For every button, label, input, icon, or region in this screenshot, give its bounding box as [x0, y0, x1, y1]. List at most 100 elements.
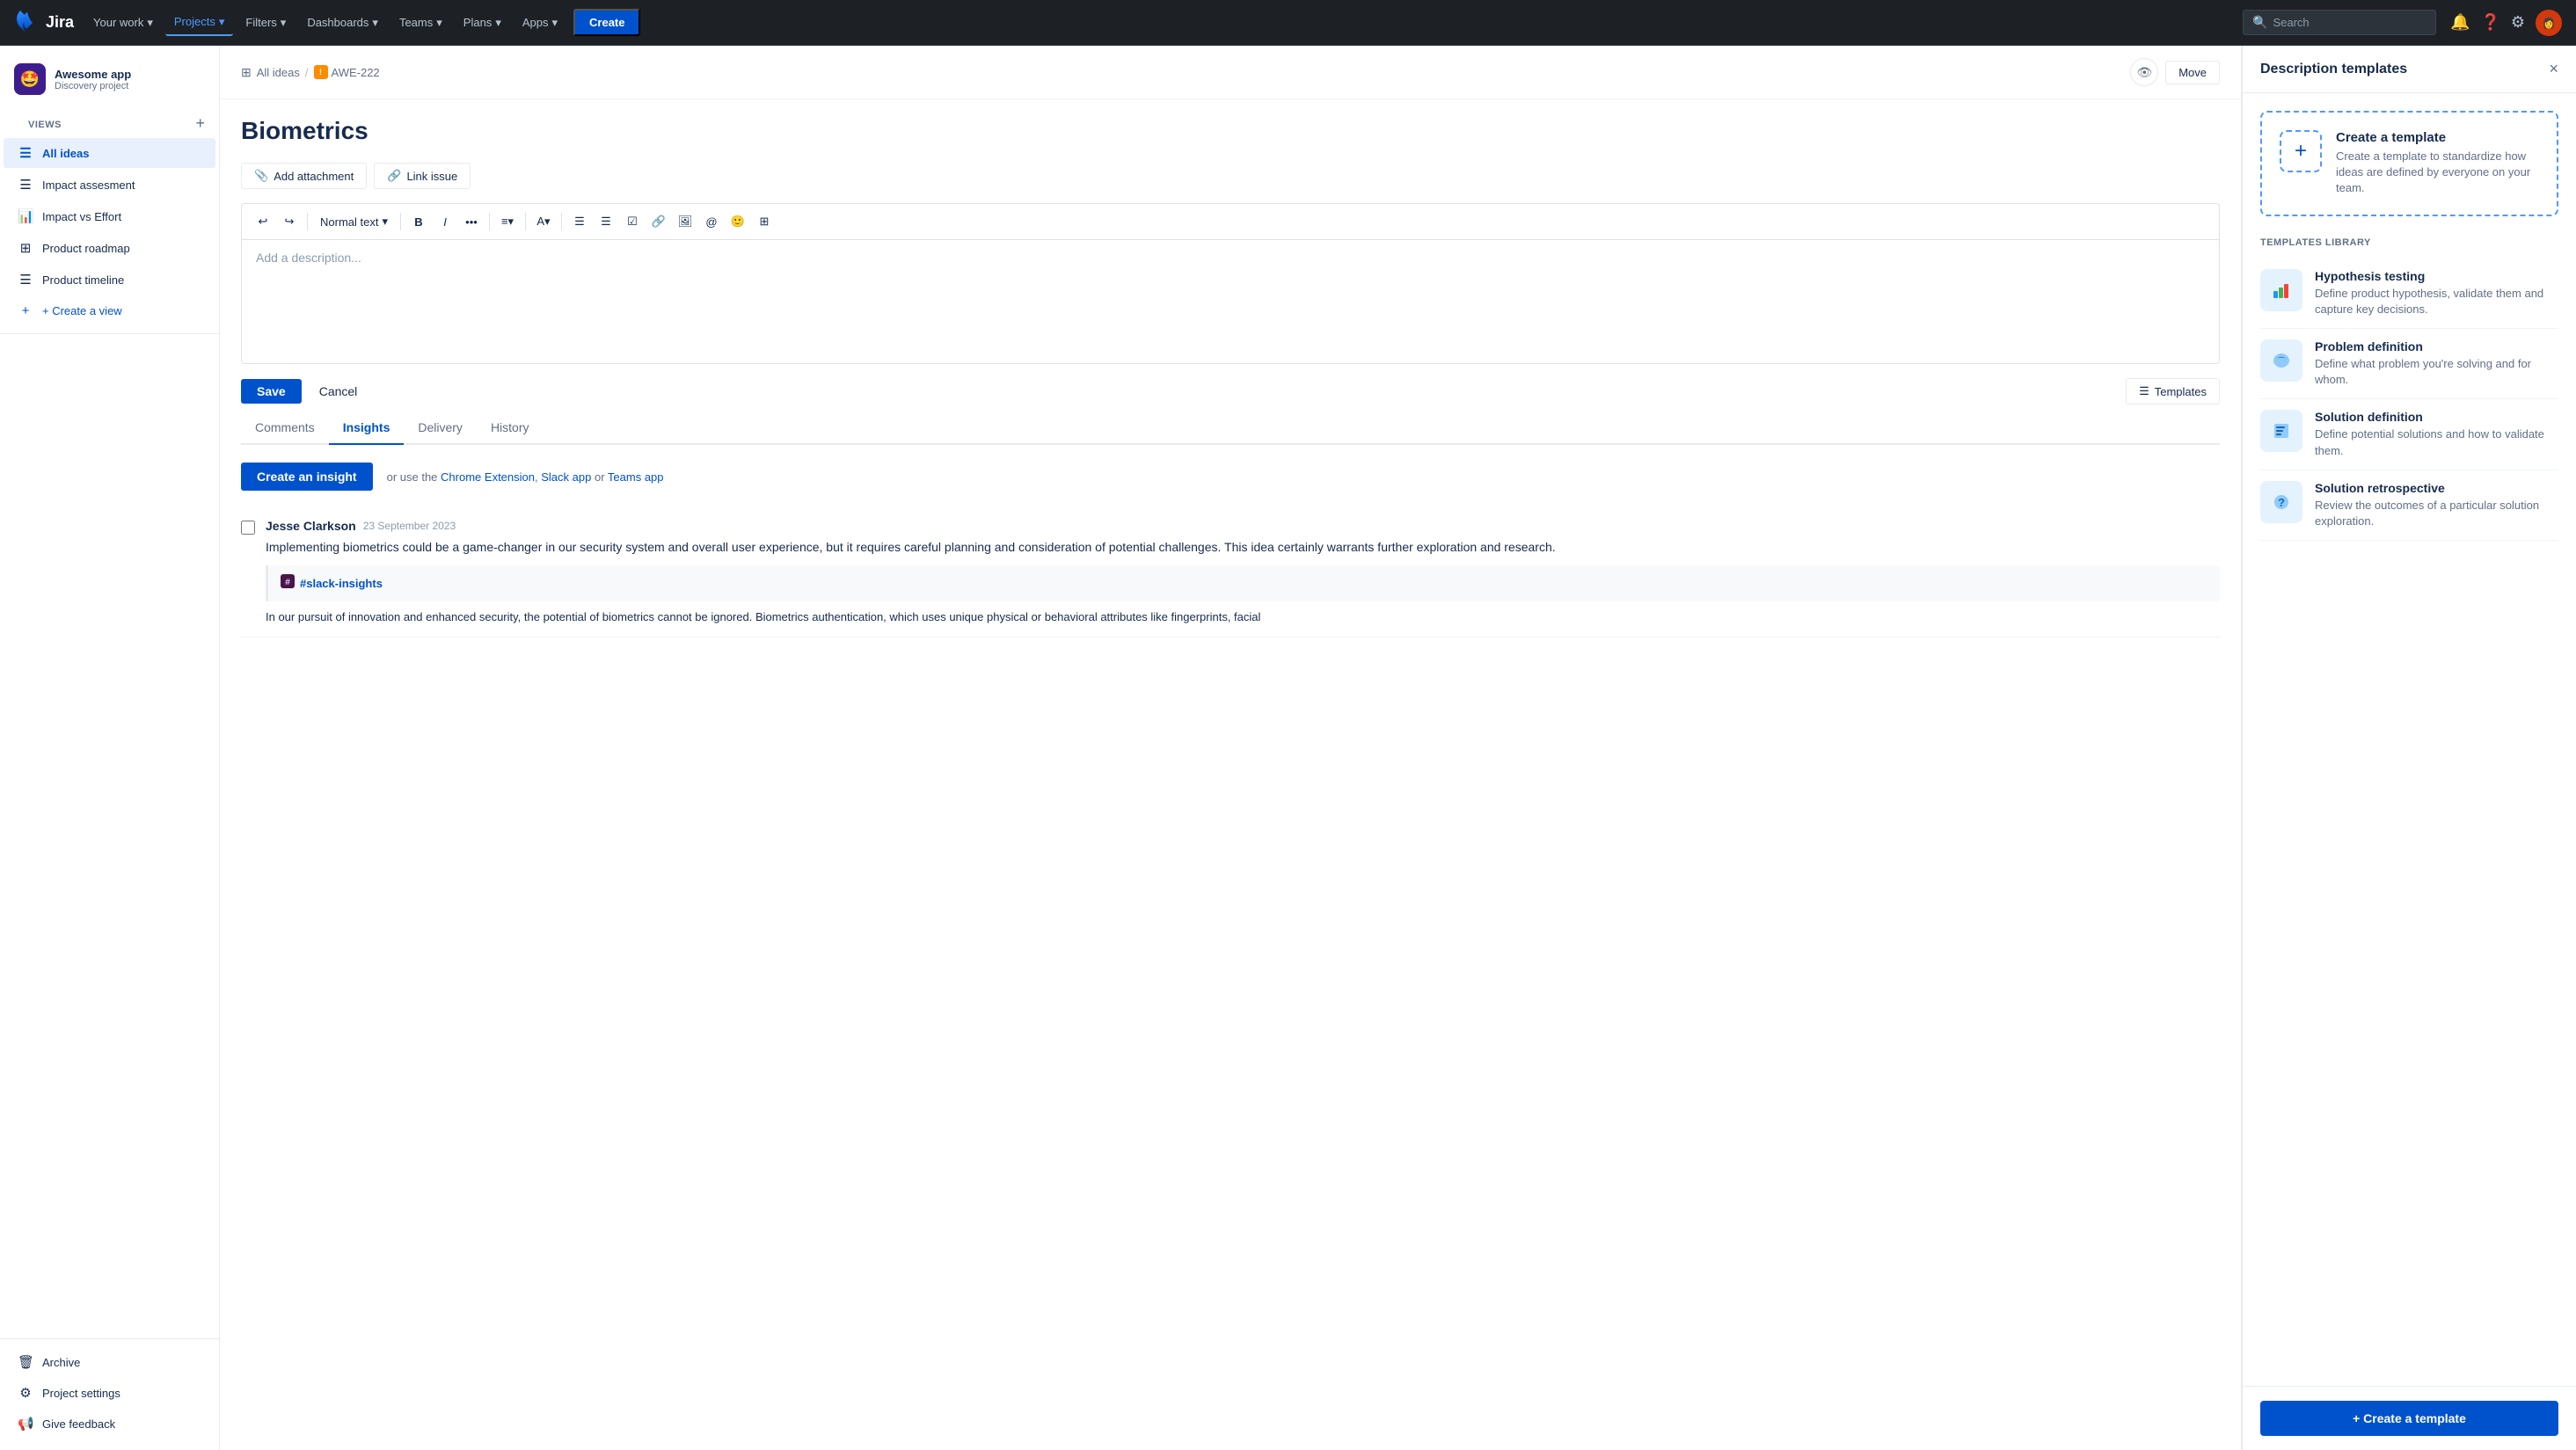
italic-button[interactable]: I [433, 209, 457, 234]
sidebar-item-archive[interactable]: 🗑 Archive [4, 1347, 215, 1377]
nav-dashboards[interactable]: Dashboards ▾ [298, 11, 387, 35]
link-issue-button[interactable]: 🔗 Link issue [374, 163, 471, 189]
search-icon: 🔍 [2252, 15, 2267, 30]
slack-app-link[interactable]: Slack app [541, 470, 591, 484]
bullet-list-button[interactable]: ☰ [567, 209, 592, 234]
sidebar-item-impact-assesment[interactable]: ☰ Impact assesment [4, 170, 215, 200]
sidebar-item-impact-effort[interactable]: 📊 Impact vs Effort [4, 201, 215, 231]
link-button[interactable]: 🔗 [646, 209, 671, 234]
link-icon: 🔗 [387, 169, 401, 183]
nav-your-work[interactable]: Your work ▾ [84, 11, 162, 35]
tab-history[interactable]: History [477, 412, 544, 445]
main-layout: 🤩 Awesome app Discovery project VIEWS + … [0, 46, 2576, 1450]
editor-body[interactable]: Add a description... [242, 240, 2219, 363]
jira-logo-text: Jira [46, 13, 74, 32]
redo-button[interactable]: ↪ [277, 209, 302, 234]
hypothesis-desc: Define product hypothesis, validate them… [2315, 286, 2558, 317]
sidebar-item-project-settings[interactable]: ⚙ Project settings [4, 1378, 215, 1408]
help-icon[interactable]: ❓ [2480, 13, 2499, 32]
user-avatar[interactable]: 👩 [2536, 10, 2562, 36]
create-button[interactable]: Create [573, 9, 640, 36]
notifications-icon[interactable]: 🔔 [2450, 13, 2470, 32]
product-roadmap-icon: ⊞ [18, 240, 33, 256]
sidebar-item-product-timeline[interactable]: ☰ Product timeline [4, 265, 215, 295]
template-problem[interactable]: Problem definition Define what problem y… [2260, 329, 2558, 399]
nav-plans[interactable]: Plans ▾ [455, 11, 510, 35]
breadcrumb-all-ideas[interactable]: All ideas [257, 66, 300, 79]
text-color-button[interactable]: A▾ [531, 209, 556, 234]
mention-button[interactable]: @ [699, 209, 724, 234]
create-insight-button[interactable]: Create an insight [241, 463, 373, 491]
insight-date: 23 September 2023 [363, 520, 456, 532]
emoji-button[interactable]: 🙂 [726, 209, 750, 234]
move-button[interactable]: Move [2165, 61, 2220, 84]
topnav: Jira Your work ▾ Projects ▾ Filters ▾ Da… [0, 0, 2576, 46]
tab-insights[interactable]: Insights [329, 412, 405, 445]
attachment-icon: 📎 [254, 169, 268, 183]
templates-button[interactable]: ☰ Templates [2126, 378, 2220, 404]
slack-icon: # [281, 574, 295, 593]
template-solution[interactable]: Solution definition Define potential sol… [2260, 399, 2558, 470]
insight-checkbox[interactable] [241, 521, 255, 535]
search-input[interactable] [2273, 16, 2426, 29]
insight-bar: Create an insight or use the Chrome Exte… [241, 463, 2220, 491]
sidebar-item-create-view[interactable]: + + Create a view [4, 296, 215, 325]
add-view-icon[interactable]: + [195, 114, 205, 133]
panel-footer: + Create a template [2243, 1386, 2576, 1450]
insight-author: Jesse Clarkson [266, 519, 356, 533]
save-button[interactable]: Save [241, 379, 302, 404]
right-panel: Description templates × + Create a templ… [2242, 46, 2576, 1450]
add-attachment-button[interactable]: 📎 Add attachment [241, 163, 367, 189]
nav-projects[interactable]: Projects ▾ [165, 10, 234, 36]
tab-comments[interactable]: Comments [241, 412, 329, 445]
page-title: Biometrics [241, 117, 2220, 145]
retrospective-desc: Review the outcomes of a particular solu… [2315, 498, 2558, 529]
retrospective-name: Solution retrospective [2315, 481, 2558, 495]
align-button[interactable]: ≡▾ [495, 209, 520, 234]
nav-icons: 🔔 ❓ ⚙ 👩 [2450, 10, 2562, 36]
panel-title: Description templates [2260, 62, 2407, 77]
table-button[interactable]: ⊞ [752, 209, 777, 234]
breadcrumb-actions: 👁 Move [2130, 58, 2220, 86]
template-hypothesis[interactable]: Hypothesis testing Define product hypoth… [2260, 259, 2558, 329]
nav-teams[interactable]: Teams ▾ [390, 11, 451, 35]
search-box[interactable]: 🔍 [2243, 10, 2436, 35]
bold-button[interactable]: B [406, 209, 431, 234]
sidebar-item-all-ideas[interactable]: ☰ All ideas [4, 138, 215, 168]
settings-icon[interactable]: ⚙ [2511, 13, 2525, 32]
template-retrospective[interactable]: ? Solution retrospective Review the outc… [2260, 470, 2558, 541]
panel-body: + Create a template Create a template to… [2243, 93, 2576, 1386]
image-button[interactable]: 🖼 [673, 209, 697, 234]
panel-close-button[interactable]: × [2549, 60, 2558, 78]
cancel-button[interactable]: Cancel [309, 379, 369, 404]
create-template-card[interactable]: + Create a template Create a template to… [2260, 111, 2558, 216]
panel-header: Description templates × [2243, 46, 2576, 93]
sidebar-item-product-roadmap[interactable]: ⊞ Product roadmap [4, 233, 215, 263]
insight-header: Jesse Clarkson 23 September 2023 [266, 519, 2220, 533]
logo-area[interactable]: Jira [14, 11, 74, 35]
sidebar-item-give-feedback[interactable]: 📢 Give feedback [4, 1409, 215, 1439]
undo-button[interactable]: ↩ [251, 209, 275, 234]
problem-desc: Define what problem you're solving and f… [2315, 356, 2558, 388]
create-template-title: Create a template [2336, 130, 2539, 145]
more-button[interactable]: ••• [459, 209, 484, 234]
checkbox-button[interactable]: ☑ [620, 209, 645, 234]
sidebar-project[interactable]: 🤩 Awesome app Discovery project [0, 56, 219, 109]
chrome-extension-link[interactable]: Chrome Extension [441, 470, 535, 484]
main-content: ⊞ All ideas / ! AWE-222 👁 Move Biometric… [220, 46, 2242, 1450]
ordered-list-button[interactable]: ☰ [594, 209, 618, 234]
sidebar-bottom: 🗑 Archive ⚙ Project settings 📢 Give feed… [0, 1338, 219, 1439]
watch-button[interactable]: 👁 [2130, 58, 2158, 86]
teams-app-link[interactable]: Teams app [608, 470, 664, 484]
give-feedback-icon: 📢 [18, 1416, 33, 1432]
nav-filters[interactable]: Filters ▾ [237, 11, 295, 35]
slack-channel[interactable]: #slack-insights [300, 577, 383, 590]
retrospective-icon: ? [2260, 481, 2302, 523]
hypothesis-icon [2260, 269, 2302, 311]
insight-text: Implementing biometrics could be a game-… [266, 538, 2220, 557]
impact-assesment-icon: ☰ [18, 177, 33, 193]
panel-create-template-button[interactable]: + Create a template [2260, 1401, 2558, 1436]
nav-apps[interactable]: Apps ▾ [514, 11, 566, 35]
text-style-selector[interactable]: Normal text ▾ [313, 212, 395, 231]
tab-delivery[interactable]: Delivery [404, 412, 477, 445]
